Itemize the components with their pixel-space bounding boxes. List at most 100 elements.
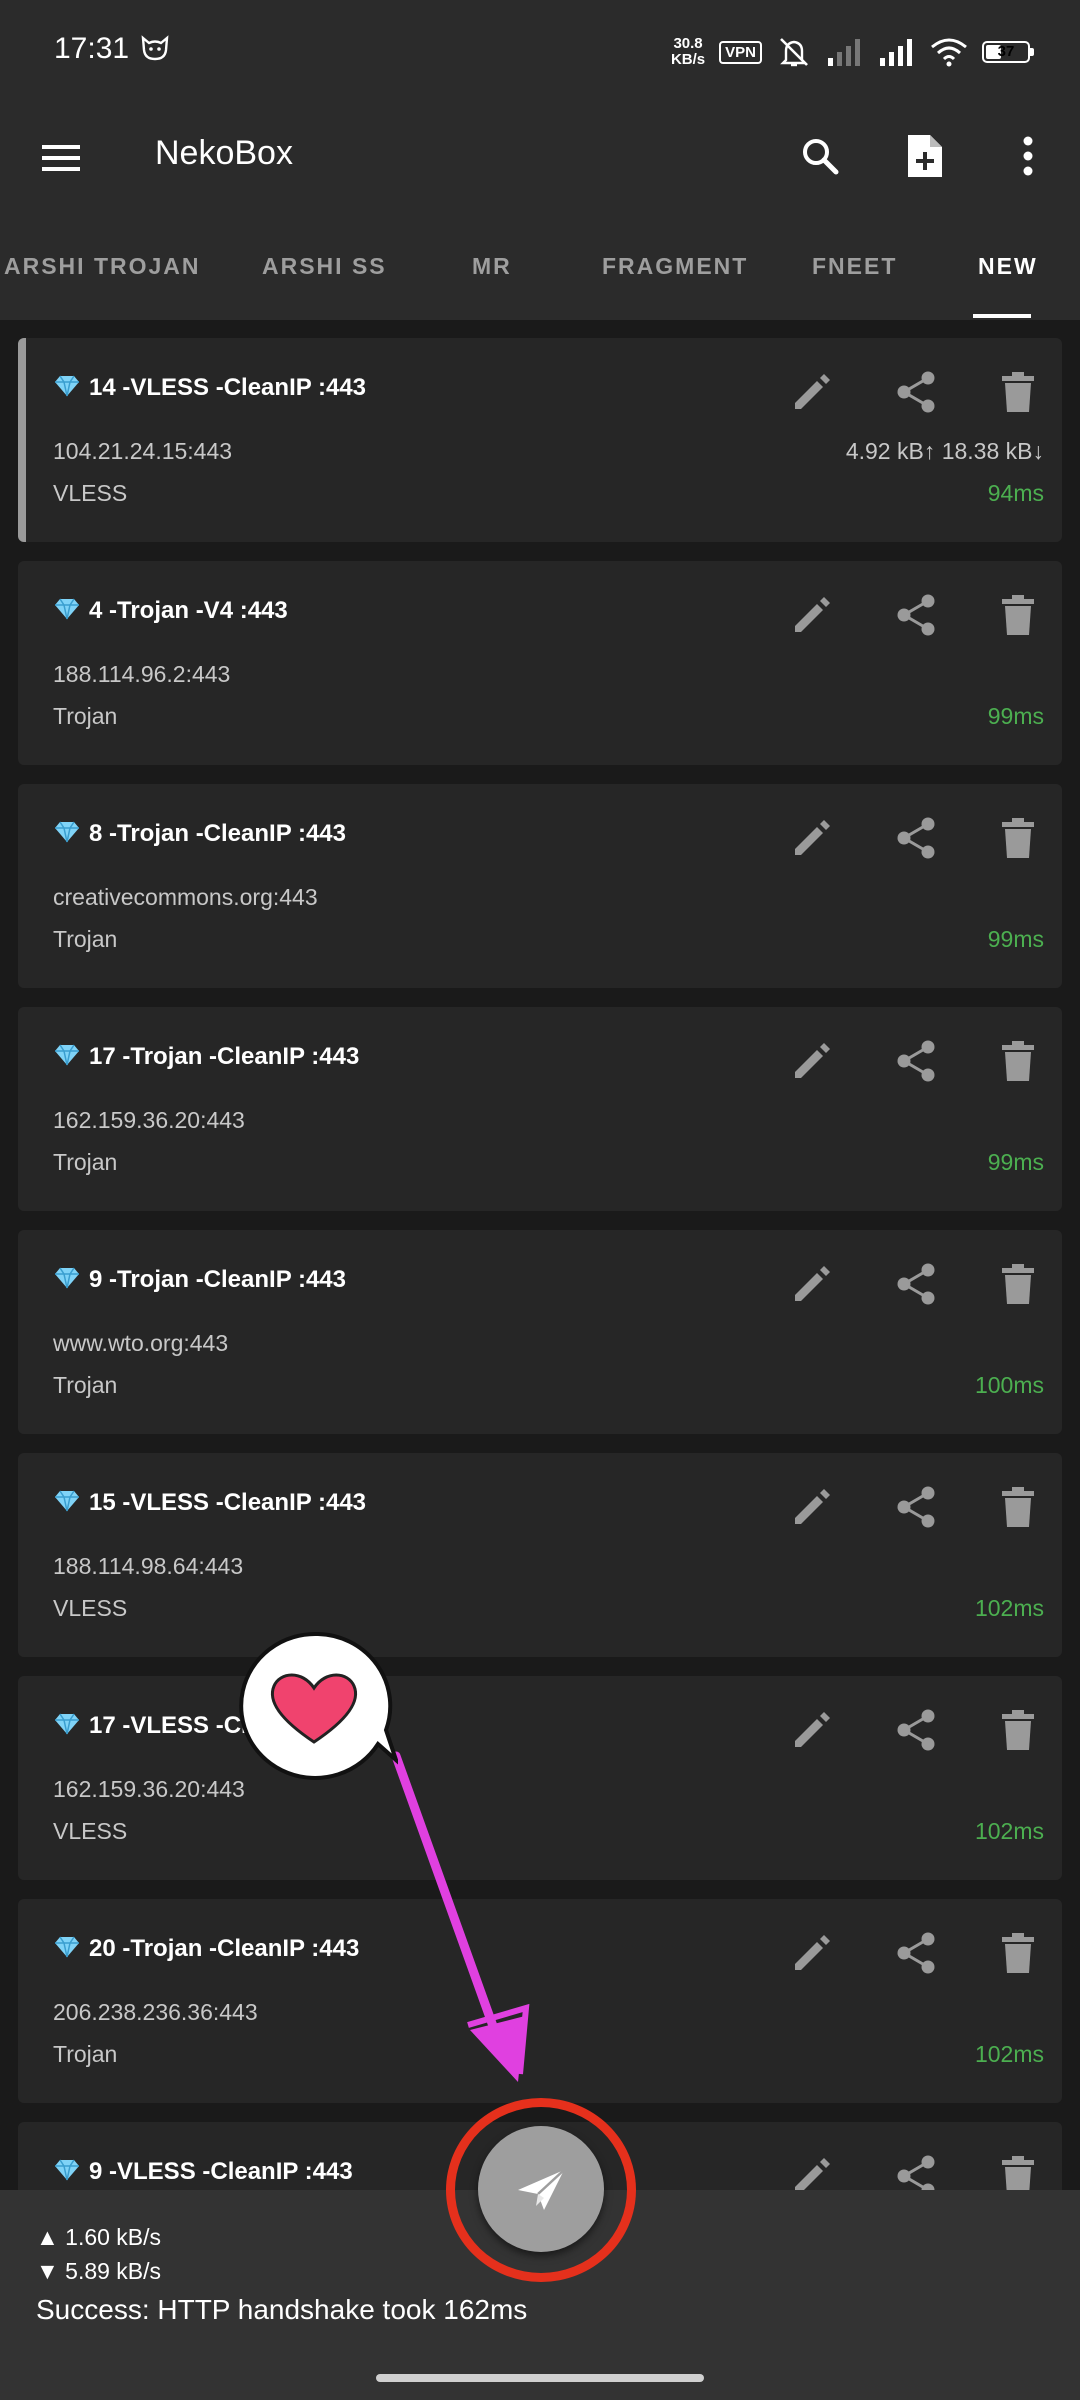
server-protocol: VLESS: [53, 480, 128, 506]
diamond-icon: [55, 1490, 79, 1512]
server-card[interactable]: 17 -VLESS -CleanIP :443 162.159.36.20:44…: [18, 1676, 1062, 1880]
share-button[interactable]: [886, 1702, 946, 1758]
server-latency: 102ms: [974, 2041, 1044, 2067]
upload-speed: ▲ 1.60 kB/s: [36, 2224, 162, 2250]
edit-button[interactable]: [782, 1033, 842, 1089]
delete-icon: [1002, 1487, 1034, 1527]
share-button[interactable]: [886, 1256, 946, 1312]
server-traffic: 4.92 kB↑ 18.38 kB↓: [845, 438, 1044, 464]
edit-button[interactable]: [782, 1256, 842, 1312]
server-latency: 102ms: [974, 1818, 1044, 1844]
server-name-text: 4 -Trojan -V4 :443: [89, 597, 288, 624]
server-protocol: Trojan: [53, 703, 118, 729]
wifi-icon: [931, 38, 967, 67]
edit-icon: [795, 597, 830, 632]
edit-icon: [795, 1489, 830, 1524]
server-latency: 100ms: [974, 1372, 1044, 1398]
delete-button[interactable]: [988, 1702, 1048, 1758]
edit-button[interactable]: [782, 810, 842, 866]
server-latency: 102ms: [974, 1595, 1044, 1621]
edit-icon: [795, 1712, 830, 1747]
server-name-text: 15 -VLESS -CleanIP :443: [89, 1489, 367, 1516]
tab-fragment[interactable]: FRAGMENT: [602, 212, 748, 320]
server-address: 188.114.96.2:443: [53, 661, 231, 687]
server-card[interactable]: 20 -Trojan -CleanIP :443 206.238.236.36:…: [18, 1899, 1062, 2103]
delete-icon: [1002, 1933, 1034, 1973]
server-latency: 99ms: [987, 703, 1044, 729]
share-icon: [897, 817, 935, 859]
edit-button[interactable]: [782, 1479, 842, 1535]
server-card[interactable]: 8 -Trojan -CleanIP :443 creativecommons.…: [18, 784, 1062, 988]
status-icons: 30.8 KB/s VPN 37: [671, 30, 1034, 74]
delete-icon: [1002, 2156, 1034, 2190]
battery-level: 37: [997, 43, 1015, 60]
delete-button[interactable]: [988, 2148, 1048, 2190]
diamond-icon: [55, 375, 79, 397]
edit-button[interactable]: [782, 1925, 842, 1981]
delete-icon: [1002, 818, 1034, 858]
server-name-text: 17 -Trojan -CleanIP :443: [89, 1043, 360, 1070]
share-button[interactable]: [886, 1925, 946, 1981]
delete-icon: [1002, 372, 1034, 412]
diamond-icon: [55, 1713, 79, 1735]
server-card[interactable]: 4 -Trojan -V4 :443 188.114.96.2:443 Troj…: [18, 561, 1062, 765]
delete-button[interactable]: [988, 364, 1048, 420]
share-button[interactable]: [886, 1479, 946, 1535]
delete-button[interactable]: [988, 1925, 1048, 1981]
share-button[interactable]: [886, 364, 946, 420]
delete-button[interactable]: [988, 1479, 1048, 1535]
connect-fab-button[interactable]: [478, 2126, 604, 2252]
server-address: www.wto.org:443: [53, 1330, 229, 1356]
signal-icon: [880, 39, 912, 66]
server-latency: 99ms: [987, 1149, 1044, 1175]
share-button[interactable]: [886, 1033, 946, 1089]
share-button[interactable]: [886, 2148, 946, 2190]
server-card[interactable]: 9 -Trojan -CleanIP :443 www.wto.org:443 …: [18, 1230, 1062, 1434]
delete-button[interactable]: [988, 587, 1048, 643]
diamond-icon: [55, 1936, 79, 1958]
heart-speech-bubble-icon: [239, 1631, 398, 1780]
server-name-text: 8 -Trojan -CleanIP :443: [89, 820, 346, 847]
tab-mr[interactable]: MR: [472, 212, 512, 320]
gesture-nav-handle[interactable]: [376, 2374, 704, 2382]
tab-arshi-ss[interactable]: ARSHI SS: [262, 212, 387, 320]
tab-fneet[interactable]: FNEET: [812, 212, 897, 320]
active-tab-indicator: [973, 314, 1031, 318]
edit-button[interactable]: [782, 364, 842, 420]
server-address: 206.238.236.36:443: [53, 1999, 258, 2025]
share-button[interactable]: [886, 587, 946, 643]
share-button[interactable]: [886, 810, 946, 866]
more-options-button[interactable]: [1000, 128, 1056, 184]
delete-icon: [1002, 1264, 1034, 1304]
delete-button[interactable]: [988, 810, 1048, 866]
server-name-text: 9 -VLESS -CleanIP :443: [89, 2158, 353, 2185]
vpn-icon: VPN: [719, 40, 762, 64]
app-bar: NekoBox: [0, 100, 1080, 212]
tab-arshi-trojan[interactable]: ARSHI TROJAN: [4, 212, 201, 320]
delete-icon: [1002, 1710, 1034, 1750]
server-card[interactable]: 15 -VLESS -CleanIP :443 188.114.98.64:44…: [18, 1453, 1062, 1657]
server-card[interactable]: 17 -Trojan -CleanIP :443 162.159.36.20:4…: [18, 1007, 1062, 1211]
edit-icon: [795, 1043, 830, 1078]
server-card[interactable]: 14 -VLESS -CleanIP :443 104.21.24.15:443…: [18, 338, 1062, 542]
search-button[interactable]: [792, 128, 848, 184]
paper-plane-icon: [518, 2169, 565, 2210]
server-address: 188.114.98.64:443: [53, 1553, 244, 1579]
delete-button[interactable]: [988, 1256, 1048, 1312]
server-protocol: VLESS: [53, 1595, 128, 1621]
diamond-icon: [55, 1267, 79, 1289]
edit-button[interactable]: [782, 1702, 842, 1758]
tab-new[interactable]: NEW: [978, 212, 1038, 320]
share-icon: [897, 371, 935, 413]
add-profile-button[interactable]: [896, 128, 952, 184]
delete-button[interactable]: [988, 1033, 1048, 1089]
menu-icon[interactable]: [38, 135, 84, 181]
server-protocol: Trojan: [53, 926, 118, 952]
edit-button[interactable]: [782, 2148, 842, 2190]
edit-button[interactable]: [782, 587, 842, 643]
edit-icon: [795, 374, 830, 409]
server-name: 14 -VLESS -CleanIP :443: [53, 374, 366, 402]
server-latency: 94ms: [987, 480, 1044, 506]
server-address: 104.21.24.15:443: [53, 438, 233, 464]
status-bar: 17:31 30.8 KB/s VPN 37: [0, 0, 1080, 100]
